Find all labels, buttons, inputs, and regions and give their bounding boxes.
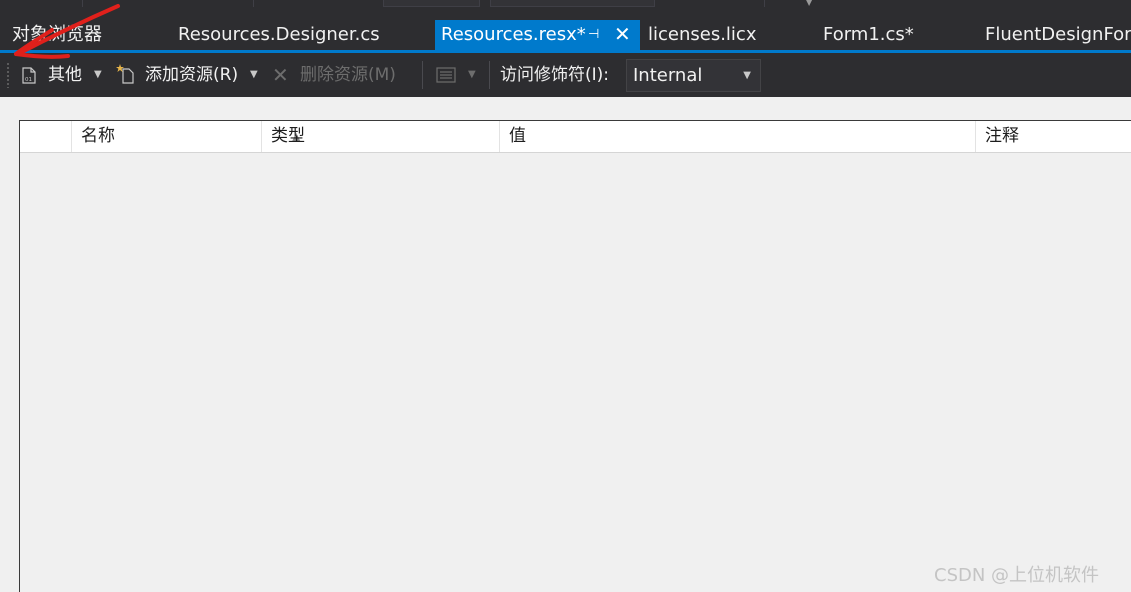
resource-grid-area: 名称 ▲ 类型 值 注释 <box>0 97 1131 592</box>
remove-resource-button[interactable]: ✕ 删除资源(M) <box>272 53 404 97</box>
resource-grid[interactable]: 名称 ▲ 类型 值 注释 <box>19 120 1131 592</box>
tab-label: licenses.licx <box>648 24 757 45</box>
row-header-column[interactable] <box>20 121 72 152</box>
tab-label: Form1.cs* <box>823 24 914 45</box>
chevron-down-icon[interactable]: ▼ <box>468 53 476 97</box>
svg-text:01: 01 <box>25 77 32 83</box>
close-icon[interactable]: ✕ <box>614 19 631 49</box>
chevron-down-icon[interactable]: ▼ <box>250 53 258 97</box>
toolbar-separator <box>764 0 765 7</box>
delete-icon: ✕ <box>272 63 289 87</box>
toolbar-separator <box>489 61 490 89</box>
column-header-comment[interactable]: 注释 <box>976 121 1131 152</box>
tab-fluent-design-form[interactable]: FluentDesignForm <box>985 20 1131 50</box>
tab-licenses-licx[interactable]: licenses.licx <box>648 20 756 50</box>
remove-resource-label: 删除资源(M) <box>300 65 396 85</box>
toolbar-dropdown-partial[interactable] <box>383 0 480 7</box>
chevron-down-icon[interactable]: ▼ <box>743 60 751 91</box>
tab-resources-resx[interactable]: Resources.resx* ⊣ ✕ <box>435 20 640 50</box>
toolbar-separator <box>253 0 254 7</box>
toolbar-dropdown-partial[interactable] <box>490 0 655 7</box>
access-modifier-value: Internal <box>633 65 703 86</box>
column-label: 值 <box>509 126 526 146</box>
tab-label: FluentDesignForm <box>985 24 1131 45</box>
tab-label: Resources.Designer.cs <box>178 24 380 45</box>
column-header-name[interactable]: 名称 ▲ <box>72 121 300 152</box>
tab-form1[interactable]: Form1.cs* <box>823 20 914 50</box>
column-label: 名称 <box>81 126 115 146</box>
watermark: CSDN @上位机软件 <box>934 565 1100 586</box>
column-header-type[interactable]: 类型 <box>262 121 500 152</box>
list-view-icon <box>436 67 456 83</box>
tab-label: Resources.resx* <box>441 24 586 45</box>
pin-icon[interactable]: ⊣ <box>588 20 599 50</box>
access-modifier-select[interactable]: Internal ▼ <box>626 59 761 92</box>
grid-header: 名称 ▲ 类型 值 注释 <box>20 121 1131 153</box>
resource-editor-toolbar: 01 其他 ▼ 添加资源(R) ▼ ✕ 删除资源(M) ▼ 访问修饰符(I): … <box>0 53 1131 97</box>
toolbar-separator <box>422 61 423 89</box>
view-mode-button[interactable] <box>436 53 460 97</box>
column-label: 类型 <box>271 126 305 146</box>
top-toolbar-strip: ▼ <box>0 0 1131 14</box>
tab-resources-designer[interactable]: Resources.Designer.cs <box>178 20 380 50</box>
access-modifier-label: 访问修饰符(I): <box>500 65 610 85</box>
column-label: 注释 <box>985 126 1019 146</box>
chevron-down-icon[interactable]: ▼ <box>806 0 812 7</box>
red-arrow-annotation <box>14 4 120 59</box>
document-tab-bar: 对象浏览器 Resources.Designer.cs Resources.re… <box>0 14 1131 50</box>
add-resource-label: 添加资源(R) <box>145 65 239 85</box>
column-header-value[interactable]: 值 <box>500 121 976 152</box>
